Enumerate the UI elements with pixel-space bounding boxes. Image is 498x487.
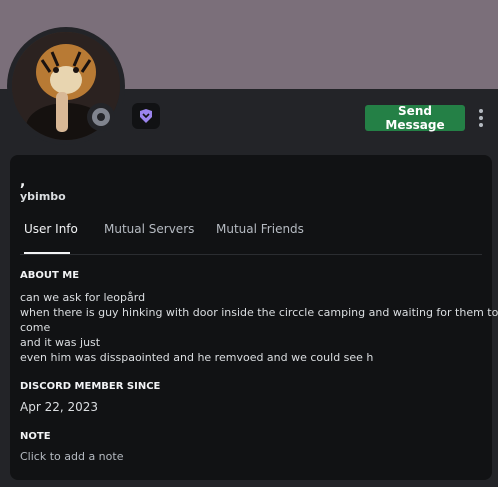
send-message-button[interactable]: Send Message [365,104,465,132]
username: ybimbo [20,190,66,203]
note-heading: NOTE [20,431,51,442]
offline-status-icon [87,103,115,131]
profile-tabs: User Info Mutual Servers Mutual Friends [20,220,482,255]
tab-mutual-servers[interactable]: Mutual Servers [104,222,194,236]
about-line: when there is guy hinking with door insi… [20,306,498,319]
about-me-text: can we ask for leopård when there is guy… [20,290,498,365]
about-line: and it was just [20,336,101,349]
about-line: can we ask for leopård [20,291,146,304]
tab-mutual-friends[interactable]: Mutual Friends [216,222,304,236]
display-name: , [20,174,26,190]
member-since-heading: DISCORD MEMBER SINCE [20,381,161,392]
note-input[interactable]: Click to add a note [20,450,123,463]
hypesquad-badge-icon[interactable] [132,103,160,129]
about-line: even him was disspaointed and he remvoed… [20,351,374,364]
member-since-date: Apr 22, 2023 [20,400,99,414]
more-options-icon[interactable] [474,106,488,130]
about-me-heading: ABOUT ME [20,270,80,281]
tab-user-info[interactable]: User Info [24,222,78,236]
about-line: come [20,321,51,334]
active-tab-indicator [24,252,70,254]
